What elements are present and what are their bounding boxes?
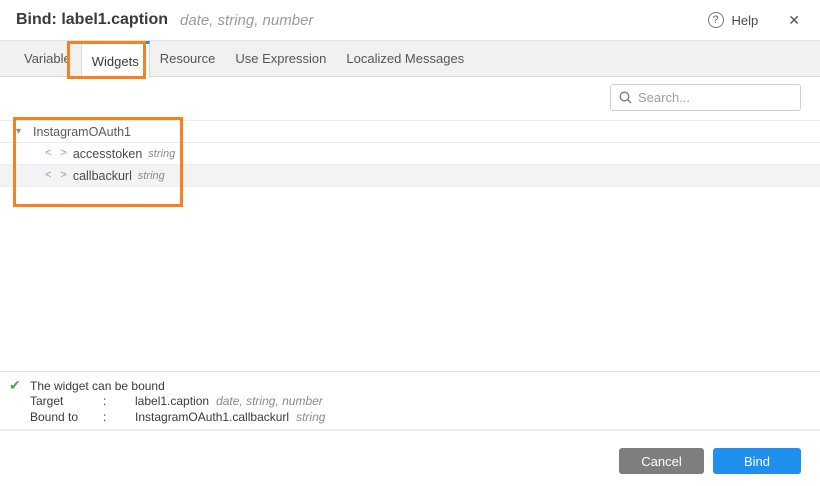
tab-resource[interactable]: Resource bbox=[150, 41, 226, 76]
header-actions: ? Help ✕ bbox=[708, 12, 800, 29]
search-input[interactable] bbox=[638, 90, 792, 105]
widget-tree: ▾ InstagramOAuth1 < > accesstoken string… bbox=[0, 120, 820, 187]
tree-node-accesstoken[interactable]: < > accesstoken string bbox=[0, 143, 820, 165]
status-label: Bound to bbox=[30, 410, 103, 425]
tree-node-callbackurl[interactable]: < > callbackurl string bbox=[0, 165, 820, 187]
status-boundto-row: Bound to : InstagramOAuth1.callbackurl s… bbox=[0, 410, 820, 425]
tree-node-type: string bbox=[138, 170, 165, 182]
tree-node-instagramoauth1[interactable]: ▾ InstagramOAuth1 bbox=[0, 121, 820, 143]
status-value: label1.caption bbox=[135, 394, 209, 409]
search-box bbox=[610, 84, 801, 111]
tree-node-type: string bbox=[148, 148, 175, 160]
tab-bar: Variable Widgets Resource Use Expression… bbox=[0, 40, 820, 77]
dialog-header: Bind: label1.caption date, string, numbe… bbox=[0, 0, 820, 40]
close-icon[interactable]: ✕ bbox=[788, 12, 800, 29]
status-target-row: Target : label1.caption date, string, nu… bbox=[0, 394, 820, 409]
title-type-hint: date, string, number bbox=[180, 12, 313, 29]
bind-dialog: Bind: label1.caption date, string, numbe… bbox=[0, 0, 820, 486]
tab-use-expression[interactable]: Use Expression bbox=[225, 41, 336, 76]
dialog-footer: Cancel Bind bbox=[619, 448, 801, 474]
code-brackets-icon: < > bbox=[45, 148, 68, 160]
check-icon: ✔ bbox=[9, 377, 21, 394]
page-title: Bind: label1.caption bbox=[16, 11, 168, 29]
tab-localized-messages[interactable]: Localized Messages bbox=[336, 41, 474, 76]
tree-node-label: InstagramOAuth1 bbox=[33, 125, 131, 139]
tree-node-label: accesstoken bbox=[73, 147, 142, 161]
status-value: InstagramOAuth1.callbackurl bbox=[135, 410, 289, 425]
status-colon: : bbox=[103, 410, 135, 425]
status-message-row: The widget can be bound bbox=[0, 379, 820, 394]
binding-status-panel: ✔ The widget can be bound Target : label… bbox=[0, 371, 820, 431]
status-colon: : bbox=[103, 394, 135, 409]
tab-widgets[interactable]: Widgets bbox=[81, 41, 150, 78]
search-icon bbox=[619, 91, 632, 104]
status-value-type: date, string, number bbox=[216, 394, 323, 409]
cancel-button[interactable]: Cancel bbox=[619, 448, 704, 474]
caret-down-icon[interactable]: ▾ bbox=[16, 126, 28, 137]
tree-node-label: callbackurl bbox=[73, 169, 132, 183]
status-value-type: string bbox=[296, 410, 325, 425]
help-link[interactable]: Help bbox=[732, 13, 759, 28]
status-label: Target bbox=[30, 394, 103, 409]
help-icon[interactable]: ? bbox=[708, 12, 724, 28]
status-message: The widget can be bound bbox=[30, 379, 165, 394]
bind-button[interactable]: Bind bbox=[713, 448, 801, 474]
tab-variable[interactable]: Variable bbox=[14, 41, 81, 76]
code-brackets-icon: < > bbox=[45, 170, 68, 182]
